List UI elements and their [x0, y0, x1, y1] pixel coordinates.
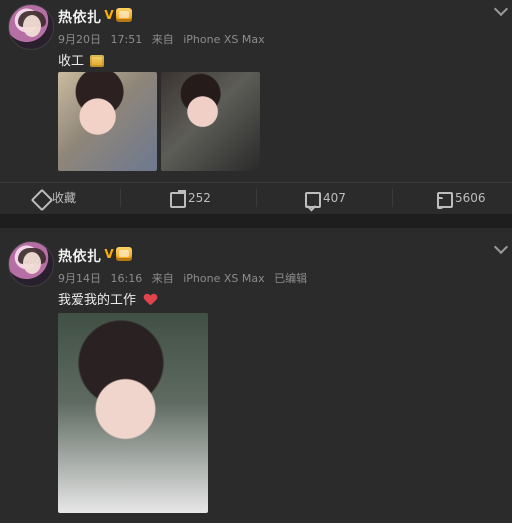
star-icon [30, 188, 54, 212]
post-date[interactable]: 9月14日 [58, 272, 101, 285]
post-device[interactable]: iPhone XS Max [183, 33, 264, 46]
verified-badge: V [104, 8, 114, 22]
post-photo[interactable] [58, 313, 208, 513]
toolbar-divider [256, 189, 257, 207]
like-count: 5606 [455, 191, 486, 205]
comment-icon [305, 192, 321, 208]
username[interactable]: 热依扎 [58, 7, 102, 27]
post-text: 收工 [58, 50, 105, 69]
vip-crown-icon [116, 247, 132, 261]
avatar-face [23, 15, 41, 37]
post-photo[interactable] [58, 72, 157, 171]
share-button[interactable]: 252 [170, 183, 240, 213]
username[interactable]: 热依扎 [58, 246, 102, 266]
comment-count: 407 [323, 191, 346, 205]
gift-emoji-icon [90, 55, 105, 67]
comment-button[interactable]: 407 [305, 183, 375, 213]
post-meta: 9月20日 17:51 来自 iPhone XS Max [58, 31, 271, 47]
post-photo[interactable] [161, 72, 260, 171]
post-text: 我爱我的工作 [58, 289, 156, 308]
toolbar-divider [120, 189, 121, 207]
weibo-post-card: 热依扎 V 9月20日 17:51 来自 iPhone XS Max 收工 收藏… [0, 0, 512, 214]
post-text-content: 收工 [58, 54, 85, 69]
toolbar-divider [392, 189, 393, 207]
share-icon [170, 192, 186, 208]
post-source-prefix: 来自 [151, 272, 174, 285]
avatar[interactable] [8, 241, 54, 287]
thumbs-up-icon [437, 192, 453, 209]
post-toolbar: 收藏 252 407 5606 [0, 182, 512, 213]
chevron-down-icon[interactable] [493, 239, 509, 255]
favorite-label: 收藏 [52, 191, 77, 205]
like-button[interactable]: 5606 [437, 183, 507, 213]
weibo-post-card: 热依扎 V 9月14日 16:16 来自 iPhone XS Max 已编辑 我… [0, 228, 512, 523]
chevron-down-icon[interactable] [493, 1, 509, 17]
avatar[interactable] [8, 4, 54, 50]
post-device[interactable]: iPhone XS Max [183, 272, 264, 285]
post-time: 16:16 [110, 272, 143, 285]
verified-badge: V [104, 247, 114, 261]
edited-label[interactable]: 已编辑 [274, 272, 307, 285]
post-text-content: 我爱我的工作 [58, 293, 137, 308]
post-date[interactable]: 9月20日 [58, 33, 101, 46]
post-source-prefix: 来自 [151, 33, 174, 46]
post-time: 17:51 [110, 33, 143, 46]
share-count: 252 [188, 191, 211, 205]
post-meta: 9月14日 16:16 来自 iPhone XS Max 已编辑 [58, 270, 313, 286]
avatar-face [23, 252, 41, 274]
favorite-button[interactable]: 收藏 [30, 183, 104, 213]
vip-crown-icon [116, 8, 132, 22]
heart-emoji-icon [144, 294, 156, 305]
